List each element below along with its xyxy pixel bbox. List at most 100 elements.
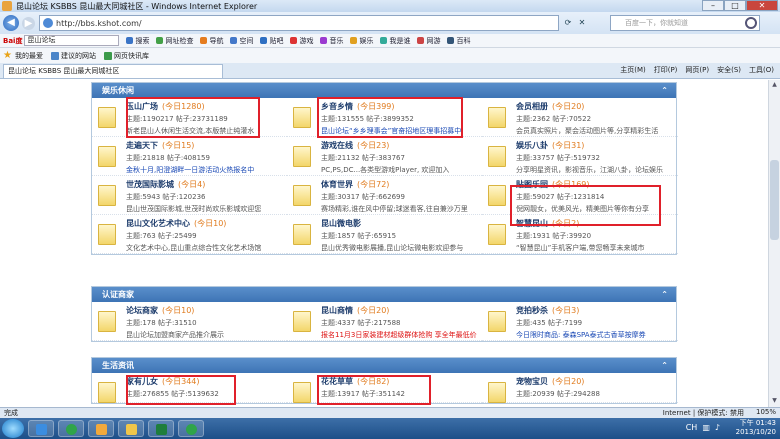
- forum-item[interactable]: 世茂国际影城 (今日4) 主题:5943 帖子:120236 昆山世茂国际影城,世茂时…: [92, 176, 287, 215]
- forum-folder-icon: [293, 107, 311, 128]
- forum-item[interactable]: 论坛商家 (今日10) 主题:178 帖子:31510 昆山论坛加盟商家产品推介展示: [92, 302, 287, 341]
- scroll-thumb[interactable]: [770, 160, 779, 240]
- minimize-button[interactable]: –: [702, 0, 724, 11]
- forum-item[interactable]: 宠物宝贝 (今日20) 主题:20939 帖子:294288: [482, 373, 678, 403]
- zoom-level[interactable]: 105%: [756, 408, 776, 418]
- forum-item[interactable]: 走遍天下 (今日15) 主题:21818 帖子:408159 金秋十月,阳澄湖畔一日游…: [92, 137, 287, 176]
- toolbar-item-tieba[interactable]: 贴吧: [260, 36, 283, 46]
- taskbar-app-qq[interactable]: [58, 420, 84, 437]
- forum-folder-icon: [488, 382, 506, 403]
- clock[interactable]: 下午 01:43 2013/10/20: [736, 419, 776, 437]
- forward-button[interactable]: ▶: [22, 16, 35, 30]
- forum-name[interactable]: 体育世界: [321, 180, 353, 189]
- forum-name[interactable]: 竞拍秒杀: [516, 306, 548, 315]
- forum-description[interactable]: 金秋十月,阳澄湖畔一日游活动火热报名中: [126, 165, 287, 175]
- forum-stats: 主题:33757 帖子:519732: [516, 154, 600, 162]
- highlight-box: [126, 97, 260, 138]
- forum-folder-icon: [488, 185, 506, 206]
- forum-name[interactable]: 世茂国际影城: [126, 180, 174, 189]
- toolbar-item-space[interactable]: 空间: [230, 36, 253, 46]
- search-icon[interactable]: [745, 17, 757, 29]
- url-text: http://bbs.kshot.com/: [56, 18, 142, 28]
- forum-item[interactable]: 娱乐八卦 (今日31) 主题:33757 帖子:519732 分享明星资讯，影视音乐，…: [482, 137, 678, 176]
- highlight-box: [510, 185, 661, 226]
- scroll-down-icon[interactable]: ▼: [770, 397, 779, 406]
- vertical-scrollbar[interactable]: ▲ ▼: [768, 80, 780, 407]
- scroll-up-icon[interactable]: ▲: [770, 81, 779, 90]
- forum-name[interactable]: 走遍天下: [126, 141, 158, 150]
- forum-stats: 主题:1931 帖子:39920: [516, 232, 592, 240]
- collapse-icon[interactable]: ⌃: [661, 287, 668, 302]
- window-titlebar: 昆山论坛 KSBBS 昆山最大同城社区 - Windows Internet E…: [0, 0, 780, 12]
- forum-folder-icon: [293, 382, 311, 403]
- forum-item[interactable]: 体育世界 (今日72) 主题:30317 帖子:662699 赛场精彩,谁在风中停留;…: [287, 176, 482, 215]
- toolbar-item-fun[interactable]: 娱乐: [350, 36, 373, 46]
- taskbar-app-mail[interactable]: [88, 420, 114, 437]
- security-zone[interactable]: Internet | 保护模式: 禁用: [663, 408, 744, 418]
- toolbar-item-nav[interactable]: 导航: [200, 36, 223, 46]
- forum-name[interactable]: 论坛商家: [126, 306, 158, 315]
- network-icon[interactable]: ▥: [702, 423, 710, 432]
- favorites-star-icon[interactable]: ★: [3, 50, 12, 61]
- taskbar-app-excel[interactable]: [148, 420, 174, 437]
- forum-name[interactable]: 会员相册: [516, 102, 548, 111]
- toolbar-search-input[interactable]: 昆山论坛: [24, 35, 120, 46]
- forum-item[interactable]: 昆山微电影 主题:1857 帖子:65915 昆山优秀微电影展播,昆山论坛微电影欢迎…: [287, 215, 482, 254]
- cmd-print[interactable]: 打印(P): [654, 65, 678, 75]
- cmd-page[interactable]: 网页(P): [685, 65, 709, 75]
- toolbar-item-netgame[interactable]: 网游: [417, 36, 440, 46]
- forum-stats: 主题:178 帖子:31510: [126, 319, 197, 327]
- volume-icon[interactable]: ♪: [715, 423, 720, 432]
- forum-item[interactable]: 昆山商情 (今日20) 主题:4337 帖子:217588 报名11月3日家装建材超级…: [287, 302, 482, 341]
- forum-stats: 主题:21132 帖子:383767: [321, 154, 405, 162]
- taskbar-app-folder[interactable]: [118, 420, 144, 437]
- forum-description: 会员真实照片，聚会活动图片等,分享精彩生活: [516, 127, 659, 135]
- highlight-box: [126, 375, 236, 405]
- forum-item[interactable]: 会员相册 (今日20) 主题:2362 帖子:70522 会员真实照片，聚会活动图片等…: [482, 98, 678, 137]
- forum-name[interactable]: 娱乐八卦: [516, 141, 548, 150]
- url-field[interactable]: http://bbs.kshot.com/: [39, 15, 559, 31]
- forum-item[interactable]: 游戏在线 (今日23) 主题:21132 帖子:383767 PC,PS,DC...各…: [287, 137, 482, 176]
- close-button[interactable]: ✕: [746, 0, 778, 11]
- tab-kunshan-forum[interactable]: 昆山论坛 KSBBS 昆山最大同城社区: [3, 64, 223, 78]
- forum-name[interactable]: 昆山微电影: [321, 219, 361, 228]
- toolbar-item-games[interactable]: 游戏: [290, 36, 313, 46]
- collapse-icon[interactable]: ⌃: [661, 358, 668, 373]
- fav-item-webslice[interactable]: 网页快讯库: [103, 51, 149, 61]
- forum-stats: 主题:20939 帖子:294288: [516, 390, 600, 398]
- forum-item[interactable]: 竞拍秒杀 (今日3) 主题:435 帖子:7199 今日限时商品: 泰森SPA泰式古香…: [482, 302, 678, 341]
- taskbar-app-browser[interactable]: [178, 420, 204, 437]
- search-input[interactable]: 百度一下，你就知道: [610, 15, 760, 31]
- forum-folder-icon: [293, 311, 311, 332]
- taskbar-app-ie[interactable]: [28, 420, 54, 437]
- fav-item-suggested[interactable]: 建议的网站: [50, 51, 96, 61]
- toolbar-item-who[interactable]: 我是谁: [380, 36, 410, 46]
- globe-icon: [43, 18, 53, 28]
- highlight-box: [317, 375, 431, 405]
- cmd-home[interactable]: 主页(M): [620, 65, 646, 75]
- address-bar: ◀ ▶ http://bbs.kshot.com/ ⟳ ✕ 百度一下，你就知道: [0, 12, 780, 34]
- toolbar-item-baike[interactable]: 百科: [447, 36, 470, 46]
- forum-name[interactable]: 昆山商情: [321, 306, 353, 315]
- stop-icon[interactable]: ✕: [575, 15, 589, 31]
- forum-item[interactable]: 昆山文化艺术中心 (今日10) 主题:763 帖子:25499 文化艺术中心,昆山重点…: [92, 215, 287, 254]
- forum-description[interactable]: 今日限时商品: 泰森SPA泰式古香草按摩券: [516, 330, 678, 340]
- refresh-icon[interactable]: ⟳: [561, 15, 575, 31]
- maximize-button[interactable]: □: [724, 0, 746, 11]
- forum-name[interactable]: 宠物宝贝: [516, 377, 548, 386]
- toolbar-item-check[interactable]: 网址检查: [156, 36, 193, 46]
- forum-folder-icon: [98, 185, 116, 206]
- language-indicator[interactable]: CH: [686, 423, 698, 432]
- forum-name[interactable]: 游戏在线: [321, 141, 353, 150]
- forum-name[interactable]: 昆山文化艺术中心: [126, 219, 190, 228]
- favorites-label[interactable]: 我的最爱: [15, 51, 43, 61]
- back-button[interactable]: ◀: [3, 15, 19, 31]
- start-button[interactable]: [2, 419, 24, 438]
- collapse-icon[interactable]: ⌃: [661, 83, 668, 98]
- toolbar-item-search[interactable]: 搜索: [126, 36, 149, 46]
- forum-description[interactable]: 报名11月3日家装建材超级群体抢购 享全年最低价: [321, 330, 482, 340]
- status-text: 完成: [4, 409, 18, 417]
- toolbar-item-music[interactable]: 音乐: [320, 36, 343, 46]
- cmd-safety[interactable]: 安全(S): [717, 65, 741, 75]
- cmd-tools[interactable]: 工具(O): [749, 65, 774, 75]
